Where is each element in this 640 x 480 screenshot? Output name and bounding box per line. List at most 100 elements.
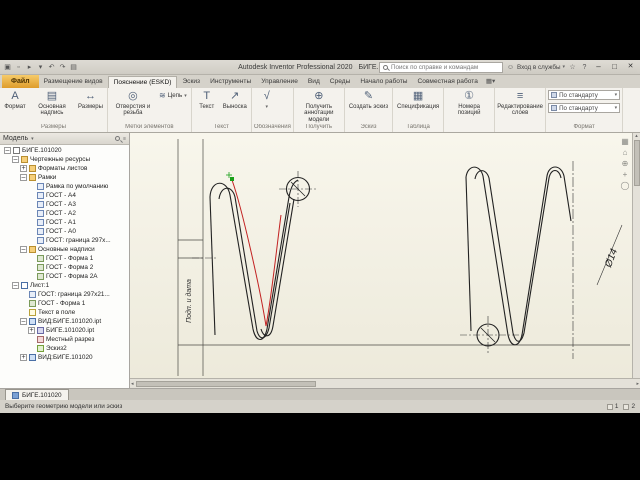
pan-icon[interactable]: + (623, 170, 628, 179)
horizontal-scroll-thumb[interactable] (135, 380, 316, 387)
tab-get-started[interactable]: Начало работы (355, 76, 412, 88)
tree-item[interactable]: ГОСТ - A0 (2, 227, 129, 236)
tab-collaborate[interactable]: Совместная работа (413, 76, 483, 88)
tree-item[interactable]: ГОСТ - A2 (2, 209, 129, 218)
tree-item[interactable]: Рамка по умолчанию (2, 182, 129, 191)
favorites-icon[interactable]: ☆ (568, 63, 577, 71)
balloon-button[interactable]: ① Номера позиций (446, 89, 492, 124)
tree-item[interactable]: – Чертежные ресурсы (2, 155, 129, 164)
scroll-left-icon[interactable]: ◂ (131, 381, 134, 387)
titleblock-button[interactable]: ▤ Основная надпись (29, 89, 75, 124)
navbar-cube-icon[interactable]: ▦ (621, 137, 629, 146)
save-icon[interactable]: ▾ (36, 61, 45, 74)
tree-item[interactable]: – Рамки (2, 173, 129, 182)
tree-item[interactable]: ГОСТ - Форма 1 (2, 254, 129, 263)
tree-item[interactable]: + ВИД:БИГЕ.101020 (2, 353, 129, 362)
diameter-dimension[interactable]: Ø14 (596, 224, 623, 286)
tree-item[interactable]: ГОСТ - A3 (2, 200, 129, 209)
tree-item[interactable]: – Основные надписи (2, 245, 129, 254)
help-search-input[interactable]: Поиск по справке и командам (378, 61, 503, 73)
format-button[interactable]: A Формат (2, 89, 28, 124)
ribbon-overflow-icon[interactable]: ▦▾ (486, 76, 495, 88)
drawing-canvas[interactable]: Подп. и дата Ø14 (130, 133, 632, 378)
scroll-right-icon[interactable]: ▸ (636, 381, 639, 387)
browser-search-icon[interactable] (115, 136, 121, 141)
layer-select-value: По стандарту (559, 91, 598, 99)
redo-icon[interactable]: ↷ (58, 61, 67, 74)
tree-item[interactable]: + БИГЕ.101020.ipt (2, 326, 129, 335)
tab-environments[interactable]: Среды (325, 76, 356, 88)
active-sketch-spline[interactable] (231, 179, 282, 327)
sketch-point[interactable] (226, 172, 234, 181)
text-button[interactable]: T Текст (194, 89, 220, 124)
tree-item[interactable]: – Лист:1 (2, 281, 129, 290)
ribbon-group-label: Размеры (41, 124, 66, 130)
surface-texture-button[interactable]: √ ▾ (254, 89, 280, 124)
spring-left-view[interactable] (209, 176, 311, 341)
tree-item[interactable]: + Форматы листов (2, 164, 129, 173)
home-icon[interactable]: ⌂ (623, 148, 628, 157)
browser-dropdown-icon[interactable]: ▾ (31, 136, 34, 142)
collapse-icon[interactable]: – (12, 156, 19, 163)
tree-item[interactable]: Эскиз2 (2, 344, 129, 353)
parts-list-button[interactable]: ▦ Спецификация (395, 89, 441, 124)
tree-item[interactable]: – БИГЕ.101020 (2, 146, 129, 155)
collapse-icon[interactable]: – (20, 246, 27, 253)
tree-item[interactable]: ГОСТ - A4 (2, 191, 129, 200)
layer-select[interactable]: По стандарту ▾ (548, 90, 621, 100)
orbit-icon[interactable]: ◯ (621, 181, 630, 190)
scroll-up-icon[interactable]: ▴ (635, 133, 638, 139)
document-tab[interactable]: БИГЕ.101020 (5, 389, 69, 400)
tree-item[interactable]: ГОСТ: граница 297x... (2, 236, 129, 245)
edit-layers-button[interactable]: ≡ Редактирование слоев (497, 89, 543, 124)
collapse-icon[interactable]: – (20, 318, 27, 325)
browser-menu-icon[interactable]: ≡ (123, 136, 126, 142)
minimize-button[interactable]: – (592, 61, 605, 73)
create-sketch-button[interactable]: ✎ Создать эскиз (347, 89, 390, 124)
tree-item[interactable]: Текст в поле (2, 308, 129, 317)
file-menu-button[interactable]: Файл (2, 75, 39, 88)
close-button[interactable]: ✕ (624, 61, 637, 73)
page-indicator-2[interactable]: 2 (623, 403, 635, 410)
tab-sketch[interactable]: Эскиз (177, 76, 205, 88)
tree-item[interactable]: ГОСТ - A1 (2, 218, 129, 227)
style-select[interactable]: По стандарту ▾ (548, 103, 621, 113)
new-file-icon[interactable]: ▫ (14, 61, 23, 74)
hole-thread-button[interactable]: ◎ Отверстия и резьба (110, 89, 156, 124)
tab-manage[interactable]: Управление (256, 76, 303, 88)
undo-icon[interactable]: ↶ (47, 61, 56, 74)
dimension-button[interactable]: ↔ Размеры (76, 89, 105, 124)
print-icon[interactable]: ▤ (69, 61, 78, 74)
vertical-scroll-thumb[interactable] (633, 140, 640, 186)
dimension-button-label: Размеры (78, 104, 103, 110)
chain-dimension-button[interactable]: ≋ Цепь ▾ (157, 89, 189, 101)
collapse-icon[interactable]: – (4, 147, 11, 154)
expand-icon[interactable]: + (20, 354, 27, 361)
tab-place-views[interactable]: Размещение видов (39, 76, 108, 88)
zoom-icon[interactable]: ⊕ (622, 159, 629, 168)
maximize-button[interactable]: □ (608, 61, 621, 73)
collapse-icon[interactable]: – (20, 174, 27, 181)
horizontal-scrollbar[interactable]: ◂ ▸ (130, 378, 640, 388)
expand-icon[interactable]: + (20, 165, 27, 172)
tab-annotate-eskd[interactable]: Пояснение (ESKD) (107, 76, 178, 88)
tree-item[interactable]: – ВИД:БИГЕ.101020.ipt (2, 317, 129, 326)
help-icon[interactable]: ? (580, 64, 589, 71)
vertical-scrollbar[interactable]: ▴ (632, 133, 640, 378)
tree-item[interactable]: ГОСТ: граница 297x21... (2, 290, 129, 299)
tree-item[interactable]: ГОСТ - Форма 2 (2, 263, 129, 272)
page-indicator-1[interactable]: 1 (606, 403, 618, 410)
tree-item[interactable]: ГОСТ - Форма 2А (2, 272, 129, 281)
sign-in-button[interactable]: ☺ Вход в службы ▾ (506, 64, 565, 71)
tree-item[interactable]: ГОСТ - Форма 1 (2, 299, 129, 308)
retrieve-annotations-button[interactable]: ⊕ Получить аннотации модели (296, 89, 342, 124)
spring-right-view[interactable] (465, 166, 572, 347)
open-file-icon[interactable]: ▸ (25, 61, 34, 74)
leader-text-button[interactable]: ↗ Выноска (221, 89, 249, 124)
collapse-icon[interactable]: – (12, 282, 19, 289)
tab-view[interactable]: Вид (303, 76, 325, 88)
expand-icon[interactable]: + (28, 327, 35, 334)
tab-tools[interactable]: Инструменты (205, 76, 256, 88)
app-menu-icon[interactable]: ▣ (3, 61, 12, 74)
tree-item[interactable]: Местный разрез (2, 335, 129, 344)
